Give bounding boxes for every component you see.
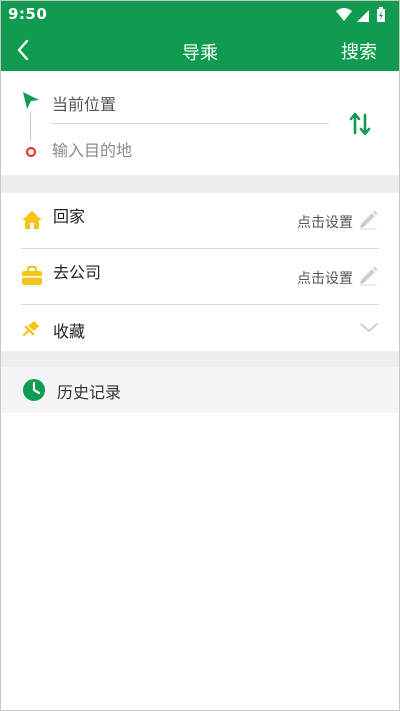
shortcut-label: 去公司 (53, 263, 102, 282)
shortcut-home[interactable]: 回家 点击设置 (1, 193, 399, 249)
section-gap (1, 351, 399, 367)
chevron-down-icon[interactable] (359, 320, 379, 339)
pin-icon (21, 319, 41, 341)
start-location-icon (21, 91, 41, 115)
status-time: 9:50 (8, 5, 48, 23)
status-icons (335, 7, 391, 23)
swap-button[interactable] (348, 111, 372, 137)
clock-icon (22, 378, 46, 406)
destination-field[interactable]: 输入目的地 (52, 137, 132, 161)
edit-icon[interactable] (357, 208, 379, 234)
battery-icon (377, 7, 385, 22)
set-company-button[interactable]: 点击设置 (297, 268, 353, 288)
shortcut-company[interactable]: 去公司 点击设置 (1, 249, 399, 305)
route-input-card: 当前位置 输入目的地 (1, 71, 399, 175)
history-row[interactable]: 历史记录 (1, 367, 399, 413)
route-connector (30, 113, 32, 141)
status-bar: 9:50 (1, 1, 399, 29)
search-button[interactable]: 搜索 (341, 38, 377, 64)
destination-icon (25, 143, 37, 162)
app-screen: 9:50 导乘 搜索 当前位置 输入目的地 回家 点击设置 去公司 点击设置 收… (0, 0, 400, 711)
start-location-field[interactable]: 当前位置 (52, 91, 116, 115)
swap-icon (349, 112, 371, 136)
shortcut-favorites[interactable]: 收藏 (1, 305, 399, 351)
set-home-button[interactable]: 点击设置 (297, 212, 353, 232)
shortcut-label: 收藏 (53, 322, 86, 341)
section-gap (1, 175, 399, 193)
home-icon (21, 210, 43, 234)
briefcase-icon (21, 266, 43, 290)
route-divider (51, 123, 329, 124)
wifi-icon (336, 8, 352, 21)
app-bar: 导乘 搜索 (1, 29, 399, 71)
page-title: 导乘 (182, 43, 218, 64)
signal-icon (357, 10, 369, 22)
history-label: 历史记录 (57, 383, 122, 402)
shortcut-label: 回家 (53, 207, 86, 226)
edit-icon[interactable] (357, 264, 379, 290)
